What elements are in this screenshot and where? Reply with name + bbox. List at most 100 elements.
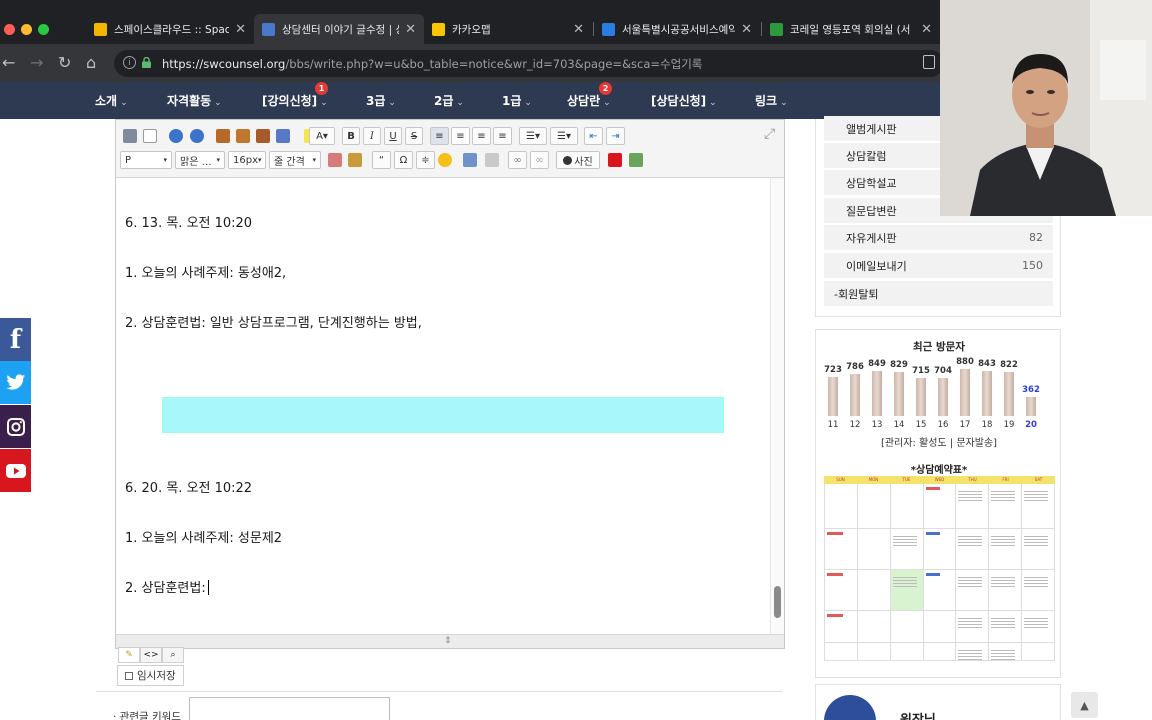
maximize-window-icon[interactable] (38, 24, 49, 35)
browser-tab[interactable]: 카카오맵 ✕ (424, 16, 592, 42)
font-color-button[interactable]: A▾ (309, 127, 335, 145)
editor-scrollbar[interactable] (770, 178, 784, 636)
address-bar[interactable]: i https://swcounsel.org/bbs/write.php?w=… (114, 50, 944, 77)
cut-icon[interactable] (216, 129, 230, 143)
nav-item-intro[interactable]: 소개 ⌄ (95, 92, 128, 109)
redo-icon[interactable] (190, 129, 204, 143)
bold-button[interactable]: B (342, 127, 360, 145)
expand-editor-icon[interactable]: ⤢ (764, 126, 775, 142)
reader-icon[interactable] (923, 55, 935, 69)
sidebar-item-email[interactable]: 이메일보내기 150 (824, 253, 1053, 278)
calendar-cell[interactable] (989, 570, 1023, 611)
admin-links[interactable]: [관리자: 활성도 | 문자발송] (816, 434, 1062, 449)
editor-content[interactable]: 6. 13. 목. 오전 10:20 1. 오늘의 사례주제: 동성애2, 2.… (116, 178, 770, 636)
keyword-input[interactable] (189, 697, 390, 720)
format-painter-icon[interactable] (348, 153, 362, 167)
instagram-icon[interactable] (0, 405, 31, 448)
calendar-cell-today[interactable] (890, 570, 924, 611)
close-window-icon[interactable] (4, 24, 15, 35)
calendar-cell[interactable] (1022, 643, 1056, 661)
align-justify-button[interactable]: ≡ (493, 127, 512, 145)
unlink-button[interactable]: ∞ (530, 151, 549, 169)
forward-icon[interactable]: → (30, 53, 43, 73)
minimize-window-icon[interactable] (21, 24, 32, 35)
emoticon-icon[interactable] (438, 153, 452, 167)
eraser-icon[interactable] (328, 153, 342, 167)
calendar-cell[interactable] (890, 611, 924, 643)
calendar-cell[interactable] (923, 484, 957, 529)
close-tab-icon[interactable]: ✕ (921, 22, 932, 37)
twitter-icon[interactable] (0, 361, 31, 404)
calendar-cell[interactable] (890, 484, 924, 529)
ordered-list-button[interactable]: ☰▾ (519, 127, 547, 145)
select-all-icon[interactable] (276, 129, 290, 143)
template-icon[interactable] (485, 153, 499, 167)
scrollbar-thumb[interactable] (774, 586, 781, 618)
close-tab-icon[interactable]: ✕ (405, 22, 416, 37)
calendar-cell[interactable] (825, 484, 858, 529)
calendar-cell[interactable] (1022, 484, 1056, 529)
new-document-icon[interactable] (143, 129, 157, 143)
calendar-cell[interactable] (857, 611, 891, 643)
preview-mode-icon[interactable]: ⌕ (162, 647, 184, 663)
calendar-cell[interactable] (923, 570, 957, 611)
close-tab-icon[interactable]: ✕ (741, 22, 752, 37)
paste-icon[interactable] (256, 129, 270, 143)
nav-item-links[interactable]: 링크 ⌄ (755, 92, 788, 109)
nav-item-grade2[interactable]: 2급 ⌄ (434, 92, 464, 109)
nav-item-grade3[interactable]: 3급 ⌄ (366, 92, 396, 109)
calendar-cell[interactable] (1022, 570, 1056, 611)
print-icon[interactable] (123, 129, 137, 143)
calendar-cell[interactable] (923, 643, 957, 661)
close-tab-icon[interactable]: ✕ (235, 22, 246, 37)
font-size-select[interactable]: 16px ▾ (228, 151, 266, 169)
blockquote-button[interactable]: “ (372, 151, 391, 169)
calendar-cell[interactable] (956, 529, 990, 570)
nav-item-counsel-apply[interactable]: [상담신청] ⌄ (651, 92, 717, 109)
unordered-list-button[interactable]: ☰▾ (550, 127, 578, 145)
facebook-icon[interactable]: f (0, 318, 31, 361)
html-mode-icon[interactable]: <> (140, 647, 162, 663)
calendar-cell[interactable] (890, 643, 924, 661)
underline-button[interactable]: U (384, 127, 402, 145)
strikethrough-button[interactable]: S (405, 127, 423, 145)
reload-icon[interactable]: ↻ (58, 53, 71, 73)
calendar-cell[interactable] (956, 570, 990, 611)
copy-icon[interactable] (236, 129, 250, 143)
table-icon[interactable] (463, 153, 477, 167)
home-icon[interactable]: ⌂ (86, 53, 96, 73)
back-icon[interactable]: ← (2, 53, 15, 73)
calendar-cell[interactable] (989, 529, 1023, 570)
calendar-cell[interactable] (923, 529, 957, 570)
youtube-icon[interactable] (0, 449, 31, 492)
info-icon[interactable]: i (123, 56, 136, 69)
calendar-cell[interactable] (989, 643, 1023, 661)
calendar-cell[interactable] (825, 643, 858, 661)
undo-icon[interactable] (169, 129, 183, 143)
outdent-button[interactable]: ⇤ (584, 127, 603, 145)
temp-save-button[interactable]: 임시저장 (117, 665, 184, 686)
special-char-button[interactable]: Ω (394, 151, 413, 169)
calendar-cell[interactable] (857, 643, 891, 661)
calendar-cell[interactable] (825, 529, 858, 570)
indent-button[interactable]: ⇥ (606, 127, 625, 145)
browser-tab[interactable]: 스페이스클라우드 :: Space ✕ (86, 16, 254, 42)
nav-item-counsel[interactable]: 상담란 ⌄ 2 (567, 82, 612, 109)
align-right-button[interactable]: ≡ (472, 127, 491, 145)
calendar-cell[interactable] (956, 643, 990, 661)
calendar-cell[interactable] (857, 570, 891, 611)
calendar-cell[interactable] (857, 484, 891, 529)
edit-mode-icon[interactable]: ✎ (118, 647, 140, 663)
browser-tab[interactable]: 서울특별시공공서비스예약 ✕ (594, 16, 760, 42)
sidebar-item-free-board[interactable]: 자유게시판 82 (824, 225, 1053, 250)
image-gallery-icon[interactable] (629, 153, 643, 167)
calendar-cell[interactable] (890, 529, 924, 570)
calendar-cell[interactable] (923, 611, 957, 643)
horizontal-rule-button[interactable]: ≑ (416, 151, 435, 169)
video-icon[interactable] (608, 153, 622, 167)
nav-item-lecture-apply[interactable]: [강의신청] ⌄ 1 (262, 82, 328, 109)
reservation-calendar[interactable]: SUN MON TUE WED THU FRI SAT (824, 476, 1056, 661)
line-spacing-select[interactable]: 줄 간격 ▾ (269, 151, 321, 169)
calendar-cell[interactable] (989, 611, 1023, 643)
italic-button[interactable]: I (363, 127, 381, 145)
